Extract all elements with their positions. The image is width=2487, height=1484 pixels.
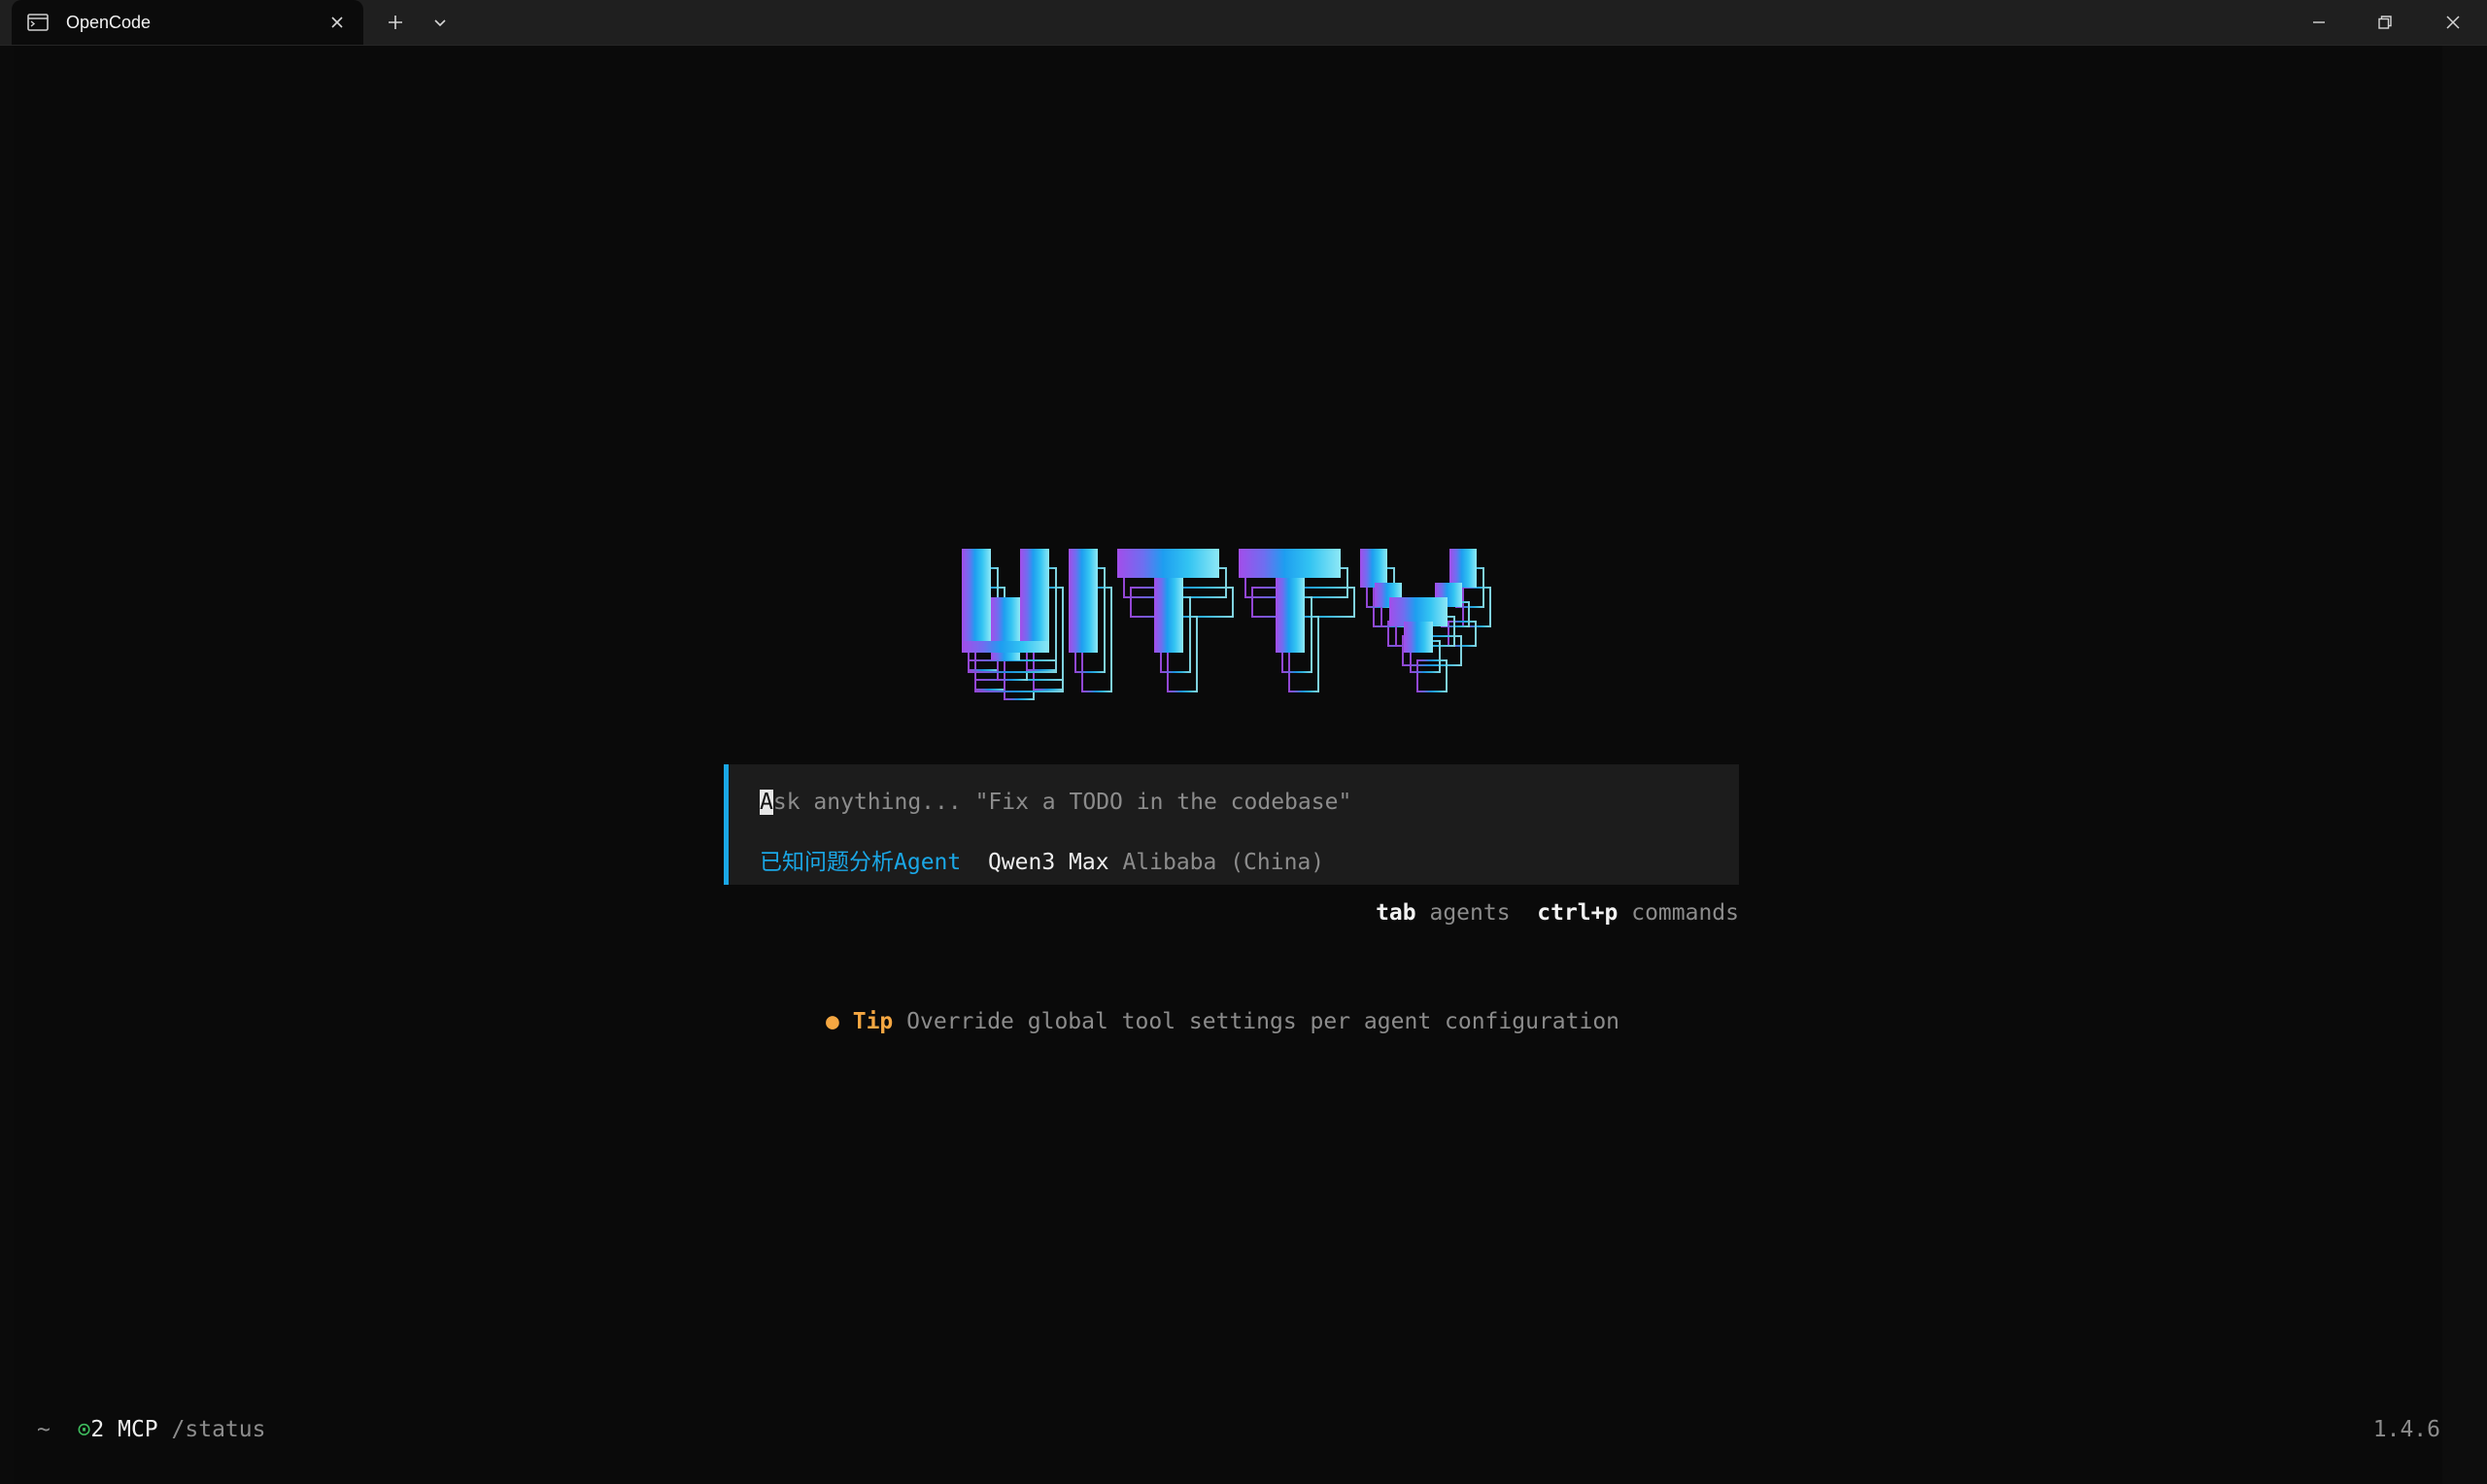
hint-desc-commands: commands <box>1631 900 1739 926</box>
cwd-indicator: ~ <box>37 1417 51 1442</box>
prompt-placeholder[interactable]: Ask anything... "Fix a TODO in the codeb… <box>760 790 1351 815</box>
hint-key-ctrl-p: ctrl+p <box>1537 900 1618 926</box>
restore-icon[interactable] <box>2353 0 2417 45</box>
witty-logo <box>962 549 1491 700</box>
hint-desc-agents: agents <box>1429 900 1511 926</box>
terminal-icon <box>27 14 49 31</box>
provider-name: Alibaba (China) <box>1122 850 1325 875</box>
title-bar: OpenCode <box>0 0 2487 46</box>
tab-opencode[interactable]: OpenCode <box>12 0 363 45</box>
hint-key-tab: tab <box>1376 900 1416 926</box>
tab-title: OpenCode <box>66 12 152 32</box>
agent-selector[interactable]: 已知问题分析Agent <box>760 850 961 875</box>
key-hints: tab agents ctrl+p commands <box>1376 900 1739 926</box>
prompt-input[interactable]: Ask anything... "Fix a TODO in the codeb… <box>724 764 1739 885</box>
agent-model-line: 已知问题分析Agent Qwen3 Max Alibaba (China) <box>760 843 1324 876</box>
chevron-down-icon[interactable] <box>424 8 457 37</box>
tip-label: Tip <box>852 1009 894 1034</box>
model-name[interactable]: Qwen3 Max <box>988 850 1109 875</box>
status-command[interactable]: /status <box>172 1417 266 1442</box>
plus-icon[interactable] <box>379 8 412 37</box>
placeholder-text: sk anything... "Fix a TODO in the codeba… <box>772 790 1352 815</box>
close-icon[interactable] <box>2421 0 2485 45</box>
tip-text: Override global tool settings per agent … <box>906 1009 1620 1034</box>
terminal-window: OpenCode Ask anything... "Fix a TODO in … <box>0 0 2487 1484</box>
scrollbar-track[interactable] <box>2442 46 2487 1484</box>
close-icon[interactable] <box>323 8 352 37</box>
minimize-icon[interactable] <box>2287 0 2351 45</box>
mcp-count: 2 MCP <box>90 1417 158 1442</box>
version-label: 1.4.6 <box>2372 1417 2440 1442</box>
tip-line: ● Tip Override global tool settings per … <box>826 1009 1619 1034</box>
status-bar: ~ ⊙2 MCP /status <box>37 1417 265 1442</box>
mcp-status-icon: ⊙ <box>77 1417 91 1442</box>
tip-bullet-icon: ● <box>826 1009 839 1034</box>
text-cursor: A <box>760 790 773 815</box>
